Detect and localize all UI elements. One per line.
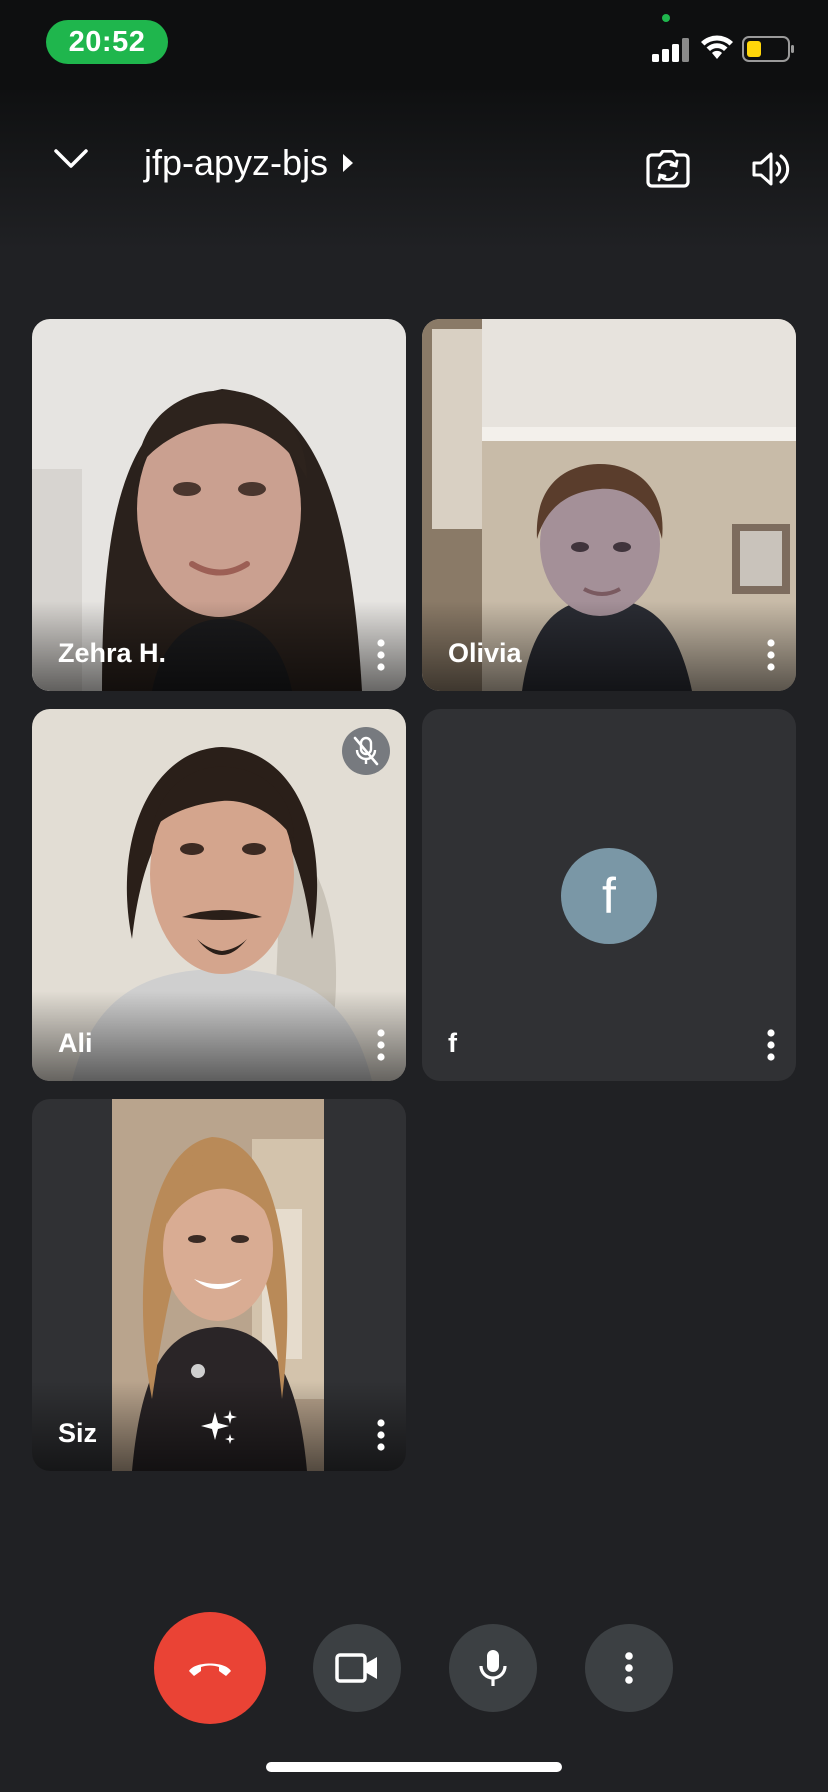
participant-name: Olivia	[448, 638, 522, 668]
participant-name: Zehra H.	[58, 638, 167, 668]
triangle-right-icon	[343, 154, 354, 172]
participant-tile[interactable]: Ali	[32, 709, 406, 1081]
microphone-off-icon	[353, 736, 379, 766]
meeting-info-button[interactable]: jfp-apyz-bjs	[144, 142, 354, 184]
sparkle-icon	[201, 1410, 237, 1444]
battery-icon	[742, 36, 794, 62]
more-vertical-icon	[767, 639, 775, 671]
camera-in-use-indicator	[662, 14, 670, 22]
toggle-microphone-button[interactable]	[449, 1624, 537, 1712]
wifi-icon	[701, 35, 733, 59]
participant-options-button[interactable]	[366, 1023, 396, 1067]
muted-badge	[342, 727, 390, 775]
participant-options-button[interactable]	[366, 1413, 396, 1457]
toggle-camera-button[interactable]	[313, 1624, 401, 1712]
participant-name: Ali	[58, 1028, 93, 1058]
more-options-button[interactable]	[585, 1624, 673, 1712]
more-vertical-icon	[377, 639, 385, 671]
participant-name: Siz	[58, 1418, 98, 1448]
participant-options-button[interactable]	[756, 1023, 786, 1067]
status-bar: 20:52	[0, 0, 828, 90]
end-call-icon	[189, 1663, 231, 1676]
participant-options-button[interactable]	[366, 633, 396, 677]
call-controls	[0, 1612, 828, 1724]
switch-camera-icon	[646, 150, 690, 188]
participant-tile[interactable]: Zehra H.	[32, 319, 406, 691]
collapse-button[interactable]	[44, 132, 98, 186]
more-vertical-icon	[625, 1652, 633, 1684]
effects-button[interactable]	[200, 1408, 240, 1453]
audio-output-button[interactable]	[746, 142, 798, 196]
home-indicator[interactable]	[266, 1762, 562, 1772]
end-call-button[interactable]	[154, 1612, 266, 1724]
participant-tile[interactable]: Olivia	[422, 319, 796, 691]
participant-tile[interactable]: f f	[422, 709, 796, 1081]
avatar: f	[561, 848, 657, 944]
self-view-tile[interactable]: Siz	[32, 1099, 406, 1471]
meeting-header	[0, 90, 828, 250]
switch-camera-button[interactable]	[640, 142, 696, 196]
more-vertical-icon	[377, 1419, 385, 1451]
microphone-icon	[479, 1650, 507, 1686]
camera-icon	[335, 1653, 377, 1683]
participant-name: f	[448, 1028, 457, 1058]
meeting-code: jfp-apyz-bjs	[144, 142, 329, 183]
speaker-icon	[752, 152, 790, 186]
status-time: 20:52	[46, 20, 168, 64]
chevron-down-icon	[54, 149, 88, 168]
more-vertical-icon	[767, 1029, 775, 1061]
more-vertical-icon	[377, 1029, 385, 1061]
participant-options-button[interactable]	[756, 633, 786, 677]
signal-icon	[652, 38, 689, 62]
